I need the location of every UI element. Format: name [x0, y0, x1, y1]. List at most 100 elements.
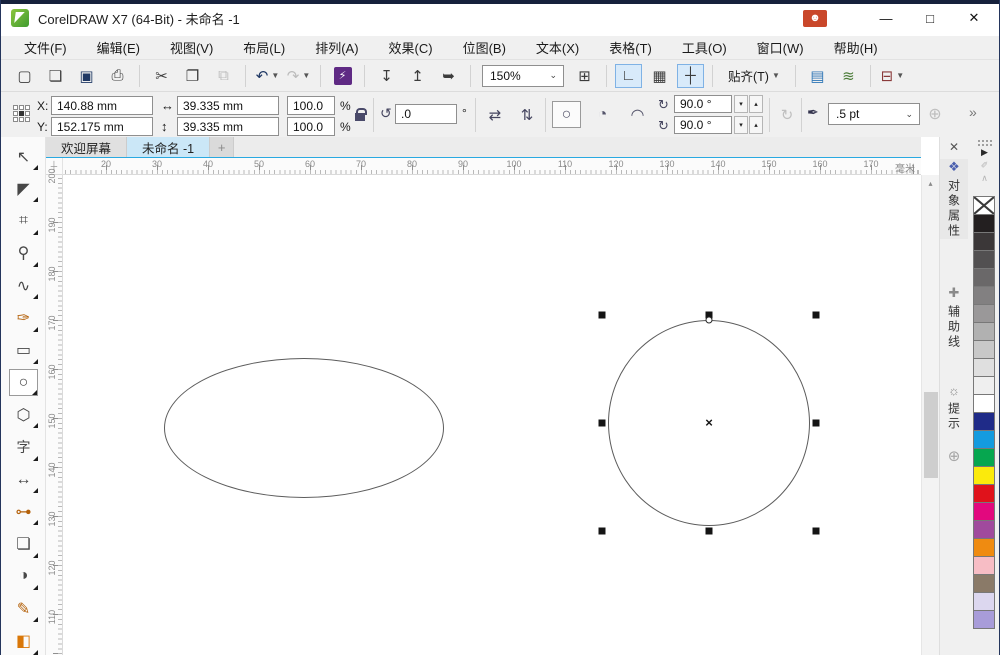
drop-shadow-tool[interactable]: ❏	[9, 531, 38, 558]
start-angle-spin-down[interactable]: ▾	[734, 95, 748, 113]
docker-close-icon[interactable]: ✕	[940, 140, 968, 154]
flyout-triangle-icon[interactable]	[33, 165, 38, 170]
object-center-mark[interactable]: ×	[705, 415, 713, 430]
color-swatch-20-black[interactable]	[973, 358, 995, 377]
lock-ratio-icon[interactable]	[355, 113, 365, 121]
transparency-tool[interactable]: ◑	[9, 563, 38, 590]
color-swatch-10-black[interactable]	[973, 376, 995, 395]
drawing-canvas[interactable]: ×	[63, 175, 921, 655]
save-button[interactable]: ▣	[73, 64, 100, 88]
object-origin-selector[interactable]	[13, 105, 30, 122]
crop-tool[interactable]: ⌗	[9, 208, 38, 235]
selection-handle[interactable]	[813, 312, 820, 319]
color-swatch-90-black[interactable]	[973, 232, 995, 251]
ellipse-shape[interactable]	[164, 358, 444, 498]
ellipse-node[interactable]	[706, 317, 713, 324]
color-swatch-red[interactable]	[973, 484, 995, 503]
tab-welcome-screen[interactable]: 欢迎屏幕	[46, 137, 127, 157]
flyout-triangle-icon[interactable]	[33, 585, 38, 590]
menu-item-窗口(W)[interactable]: 窗口(W)	[742, 35, 819, 60]
user-account-icon[interactable]: ☻	[803, 10, 827, 27]
flyout-triangle-icon[interactable]	[33, 553, 38, 558]
selection-handle[interactable]	[813, 528, 820, 535]
color-eyedropper-tool[interactable]: ✎	[9, 595, 38, 622]
color-swatch-orange[interactable]	[973, 538, 995, 557]
start-angle-spin-up[interactable]: ▴	[749, 95, 763, 113]
show-guidelines-button[interactable]: ┼	[677, 64, 704, 88]
minimize-button[interactable]: —	[871, 11, 901, 26]
menu-item-帮助(H)[interactable]: 帮助(H)	[819, 35, 893, 60]
docker-tab-object-properties[interactable]: ❖对象属性	[940, 159, 968, 239]
pie-mode-button[interactable]: ◔	[588, 101, 617, 128]
print-button[interactable]: ⎙	[104, 64, 131, 88]
outline-width-combo[interactable]: .5 pt ⌄	[828, 103, 920, 125]
flyout-triangle-icon[interactable]	[32, 390, 37, 395]
palette-flyout-arrow-icon[interactable]: ▶	[968, 146, 1000, 159]
color-swatch-30-black[interactable]	[973, 340, 995, 359]
start-angle-field[interactable]	[674, 95, 732, 113]
color-swatch-pale-lavender[interactable]	[973, 592, 995, 611]
rotation-angle-field[interactable]	[395, 104, 457, 124]
color-swatch-cyan-blue[interactable]	[973, 430, 995, 449]
publish-pdf-button[interactable]: ➥	[435, 64, 462, 88]
flyout-triangle-icon[interactable]	[33, 230, 38, 235]
horizontal-ruler[interactable]: 毫米 2030405060708090100110120130140150160…	[63, 158, 921, 175]
mirror-horizontal-button[interactable]: ⇄	[483, 103, 507, 126]
new-document-button[interactable]: ▢	[11, 64, 38, 88]
polygon-tool[interactable]: ⬡	[9, 401, 38, 428]
maximize-button[interactable]: □	[915, 11, 945, 26]
ellipse-tool[interactable]: ○	[9, 369, 38, 396]
y-position-field[interactable]	[51, 117, 153, 136]
show-grid-button[interactable]: ▦	[646, 64, 673, 88]
flyout-triangle-icon[interactable]	[33, 359, 38, 364]
menu-item-文件(F)[interactable]: 文件(F)	[9, 35, 82, 60]
color-swatch-no-color[interactable]	[973, 196, 995, 215]
flyout-triangle-icon[interactable]	[33, 262, 38, 267]
end-angle-field[interactable]	[674, 116, 732, 134]
vertical-scrollbar[interactable]: ▴	[921, 175, 939, 655]
color-swatch-lavender[interactable]	[973, 610, 995, 629]
color-swatch-80-black[interactable]	[973, 250, 995, 269]
color-swatch-purple[interactable]	[973, 520, 995, 539]
redo-button[interactable]: ↷▼	[285, 64, 312, 88]
shape-tool[interactable]: ◤	[9, 175, 38, 202]
tab-untitled-1[interactable]: 未命名 -1	[127, 137, 210, 157]
flyout-triangle-icon[interactable]	[33, 456, 38, 461]
color-swatch-green[interactable]	[973, 448, 995, 467]
color-swatch-blue[interactable]	[973, 412, 995, 431]
flyout-triangle-icon[interactable]	[33, 488, 38, 493]
color-swatch-magenta[interactable]	[973, 502, 995, 521]
text-tool[interactable]: 字	[9, 434, 38, 461]
scrollbar-thumb[interactable]	[924, 392, 938, 478]
color-swatch-yellow[interactable]	[973, 466, 995, 485]
docker-tab-hints[interactable]: ☼提示	[940, 383, 968, 432]
new-document-tab-button[interactable]: +	[210, 137, 234, 157]
change-direction-button[interactable]: ↻	[775, 103, 799, 126]
rectangle-tool[interactable]: ▭	[9, 337, 38, 364]
menu-item-视图(V)[interactable]: 视图(V)	[155, 35, 228, 60]
menu-item-布局(L)[interactable]: 布局(L)	[228, 35, 300, 60]
customize-button[interactable]: ≋	[835, 64, 862, 88]
vertical-ruler[interactable]: 200190180170160150140130120110	[46, 175, 63, 655]
menu-item-编辑(E)[interactable]: 编辑(E)	[82, 35, 155, 60]
flyout-triangle-icon[interactable]	[33, 650, 38, 655]
menu-item-文本(X)[interactable]: 文本(X)	[521, 35, 594, 60]
snap-to-button[interactable]: 贴齐(T)▼	[721, 64, 787, 88]
paste-button[interactable]: ⧉	[210, 64, 237, 88]
connector-tool[interactable]: ⊶	[9, 498, 38, 525]
selection-handle[interactable]	[599, 420, 606, 427]
scroll-up-arrow-icon[interactable]: ▴	[922, 175, 939, 191]
zoom-level-combo[interactable]: 150%⌄	[482, 65, 564, 87]
palette-scroll-up-icon[interactable]: ∧	[968, 172, 1000, 185]
undo-button[interactable]: ↶▼	[254, 64, 281, 88]
pick-tool[interactable]: ↖	[9, 143, 38, 170]
show-rulers-button[interactable]: ∟	[615, 64, 642, 88]
export-button[interactable]: ↥	[404, 64, 431, 88]
flyout-triangle-icon[interactable]	[33, 617, 38, 622]
fullscreen-preview-button[interactable]: ⊞	[571, 64, 598, 88]
corel-connect-button[interactable]: ⚡	[329, 64, 356, 88]
flyout-triangle-icon[interactable]	[33, 520, 38, 525]
scale-vertical-field[interactable]	[287, 117, 335, 136]
docker-tab-guidelines[interactable]: ✚辅助线	[940, 285, 968, 350]
interactive-fill-tool[interactable]: ◧	[9, 628, 38, 655]
